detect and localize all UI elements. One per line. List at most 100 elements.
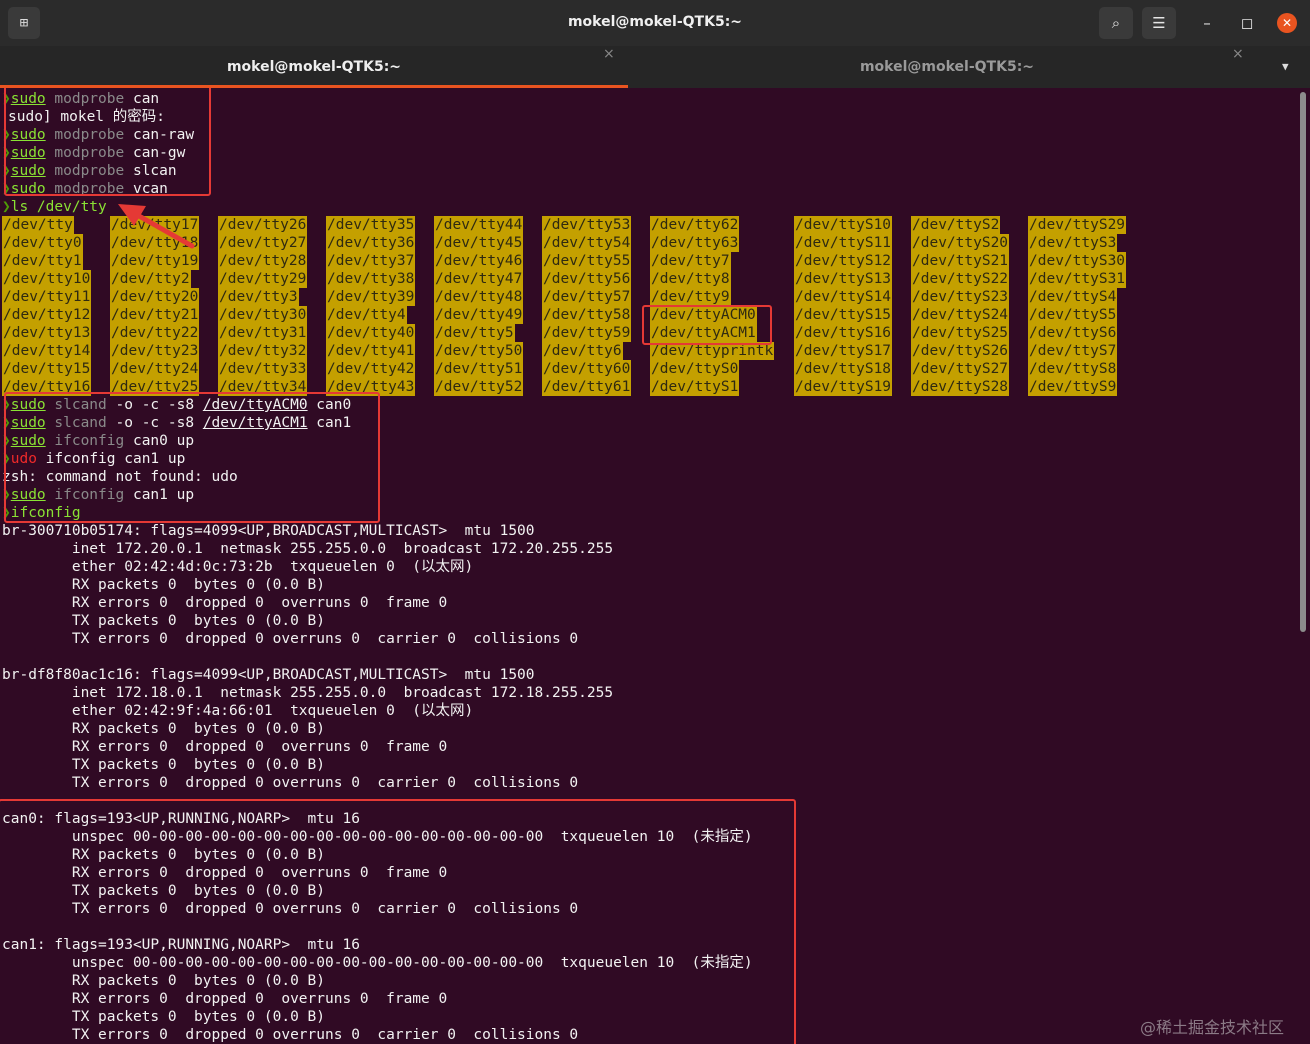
tty-device-entry: /dev/ttyS25	[911, 324, 1010, 342]
tty-device-entry: /dev/ttyS22	[911, 270, 1010, 288]
output-line: br-df8f80ac1c16: flags=4099<UP,BROADCAST…	[2, 667, 535, 683]
tty-device-entry: /dev/tty20	[110, 288, 200, 306]
terminal-area[interactable]: ❯sudo modprobe can sudo] mokel 的密码: ❯sud…	[0, 88, 1298, 1044]
tty-device-entry: /dev/tty53	[542, 216, 632, 234]
output-line: RX errors 0 dropped 0 overruns 0 frame 0	[2, 739, 448, 755]
tty-device-entry: /dev/tty3	[218, 288, 299, 306]
tty-device-entry: /dev/tty54	[542, 234, 632, 252]
tty-device-entry: /dev/tty11	[2, 288, 92, 306]
tty-device-entry: /dev/ttyS20	[911, 234, 1010, 252]
tty-device-entry: /dev/tty14	[2, 342, 92, 360]
tab-1-close-icon[interactable]: ×	[603, 46, 615, 88]
tty-device-entry: /dev/ttyS16	[794, 324, 893, 342]
tty-device-entry: /dev/ttyS19	[794, 378, 893, 396]
highlight-box-can-interfaces	[0, 799, 796, 1044]
tty-device-entry: /dev/tty7	[650, 252, 731, 270]
tty-device-entry: /dev/tty46	[434, 252, 524, 270]
tty-device-entry: /dev/tty30	[218, 306, 308, 324]
tty-device-entry: /dev/tty22	[110, 324, 200, 342]
tty-device-entry: /dev/tty24	[110, 360, 200, 378]
tty-device-entry: /dev/tty4	[326, 306, 407, 324]
tty-device-entry: /dev/ttyS28	[911, 378, 1010, 396]
tty-device-entry: /dev/ttyS0	[650, 360, 740, 378]
tty-device-entry: /dev/ttyS2	[911, 216, 1001, 234]
tty-device-entry: /dev/ttyS3	[1028, 234, 1118, 252]
tty-device-entry: /dev/tty44	[434, 216, 524, 234]
tty-device-entry: /dev/tty63	[650, 234, 740, 252]
tty-device-entry: /dev/ttyS31	[1028, 270, 1127, 288]
tty-device-entry: /dev/ttyS23	[911, 288, 1010, 306]
tty-device-entry: /dev/ttyS15	[794, 306, 893, 324]
output-line: ether 02:42:4d:0c:73:2b txqueuelen 0 (以太…	[2, 559, 474, 575]
tty-device-entry: /dev/tty6	[542, 342, 623, 360]
menu-icon[interactable]: ☰	[1142, 7, 1176, 39]
tty-device-entry: /dev/ttyS30	[1028, 252, 1127, 270]
tty-device-entry: /dev/ttyS12	[794, 252, 893, 270]
minimize-icon[interactable]: –	[1197, 13, 1217, 33]
tty-device-entry: /dev/tty50	[434, 342, 524, 360]
tab-1[interactable]: mokel@mokel-QTK5:~	[0, 46, 628, 88]
tty-device-entry: /dev/tty23	[110, 342, 200, 360]
tty-device-entry: /dev/ttyS17	[794, 342, 893, 360]
tty-device-entry: /dev/ttyS18	[794, 360, 893, 378]
tty-device-entry: /dev/ttyS10	[794, 216, 893, 234]
tty-device-entry: /dev/tty15	[2, 360, 92, 378]
highlight-box-slcand	[4, 392, 380, 523]
tty-device-entry: /dev/tty37	[326, 252, 416, 270]
tty-device-entry: /dev/tty49	[434, 306, 524, 324]
tty-device-entry: /dev/tty45	[434, 234, 524, 252]
tty-device-entry: /dev/ttyS11	[794, 234, 893, 252]
tty-device-entry: /dev/tty62	[650, 216, 740, 234]
tab-2-close-icon[interactable]: ×	[1232, 46, 1244, 88]
tty-device-entry: /dev/tty21	[110, 306, 200, 324]
tty-device-entry: /dev/tty38	[326, 270, 416, 288]
output-line: inet 172.20.0.1 netmask 255.255.0.0 broa…	[2, 541, 614, 557]
watermark: @稀土掘金技术社区	[1140, 1018, 1285, 1037]
search-icon[interactable]: ⌕	[1099, 7, 1133, 39]
tty-device-entry: /dev/ttyS24	[911, 306, 1010, 324]
tab-2[interactable]: mokel@mokel-QTK5:~	[632, 46, 1262, 88]
output-line: br-300710b05174: flags=4099<UP,BROADCAST…	[2, 523, 535, 539]
highlight-box-ttyacm	[642, 305, 772, 345]
tty-device-entry: /dev/tty5	[434, 324, 515, 342]
tab-dropdown-icon[interactable]: ▼	[1282, 46, 1289, 88]
output-line: TX packets 0 bytes 0 (0.0 B)	[2, 757, 326, 773]
tty-device-entry: /dev/tty57	[542, 288, 632, 306]
output-line: TX packets 0 bytes 0 (0.0 B)	[2, 613, 326, 629]
scrollbar[interactable]	[1300, 92, 1306, 632]
tty-device-entry: /dev/tty8	[650, 270, 731, 288]
close-icon[interactable]: ✕	[1277, 13, 1297, 33]
maximize-icon[interactable]: ◻	[1237, 13, 1257, 33]
tty-device-entry: /dev/tty13	[2, 324, 92, 342]
tty-device-entry: /dev/tty33	[218, 360, 308, 378]
tty-device-entry: /dev/tty41	[326, 342, 416, 360]
tty-device-entry: /dev/ttyS26	[911, 342, 1010, 360]
output-line: RX packets 0 bytes 0 (0.0 B)	[2, 577, 326, 593]
tty-device-entry: /dev/tty56	[542, 270, 632, 288]
tab-bar: mokel@mokel-QTK5:~ × mokel@mokel-QTK5:~ …	[0, 46, 1310, 88]
tty-device-entry: /dev/tty48	[434, 288, 524, 306]
tty-device-entry: /dev/tty32	[218, 342, 308, 360]
tty-device-entry: /dev/ttyS9	[1028, 378, 1118, 396]
tty-device-entry: /dev/tty39	[326, 288, 416, 306]
tty-device-entry: /dev/ttyS14	[794, 288, 893, 306]
tty-device-entry: /dev/ttyS6	[1028, 324, 1118, 342]
tty-device-entry: /dev/ttyS13	[794, 270, 893, 288]
tty-device-entry: /dev/ttyS7	[1028, 342, 1118, 360]
output-line: TX errors 0 dropped 0 overruns 0 carrier…	[2, 775, 579, 791]
tty-device-entry: /dev/tty60	[542, 360, 632, 378]
title-bar: ⊞ mokel@mokel-QTK5:~ ⌕ ☰ – ◻ ✕	[0, 0, 1310, 46]
tty-device-entry: /dev/tty59	[542, 324, 632, 342]
tty-device-entry: /dev/ttyS5	[1028, 306, 1118, 324]
tty-device-entry: /dev/ttyS1	[650, 378, 740, 396]
tty-device-entry: /dev/tty61	[542, 378, 632, 396]
tty-device-entry: /dev/tty9	[650, 288, 731, 306]
tty-device-entry: /dev/tty58	[542, 306, 632, 324]
tty-device-entry: /dev/tty36	[326, 234, 416, 252]
tty-device-entry: /dev/ttyS29	[1028, 216, 1127, 234]
tty-device-entry: /dev/tty35	[326, 216, 416, 234]
tty-device-entry: /dev/tty12	[2, 306, 92, 324]
output-line: ether 02:42:9f:4a:66:01 txqueuelen 0 (以太…	[2, 703, 474, 719]
tty-device-entry: /dev/ttyS27	[911, 360, 1010, 378]
output-line: RX packets 0 bytes 0 (0.0 B)	[2, 721, 326, 737]
